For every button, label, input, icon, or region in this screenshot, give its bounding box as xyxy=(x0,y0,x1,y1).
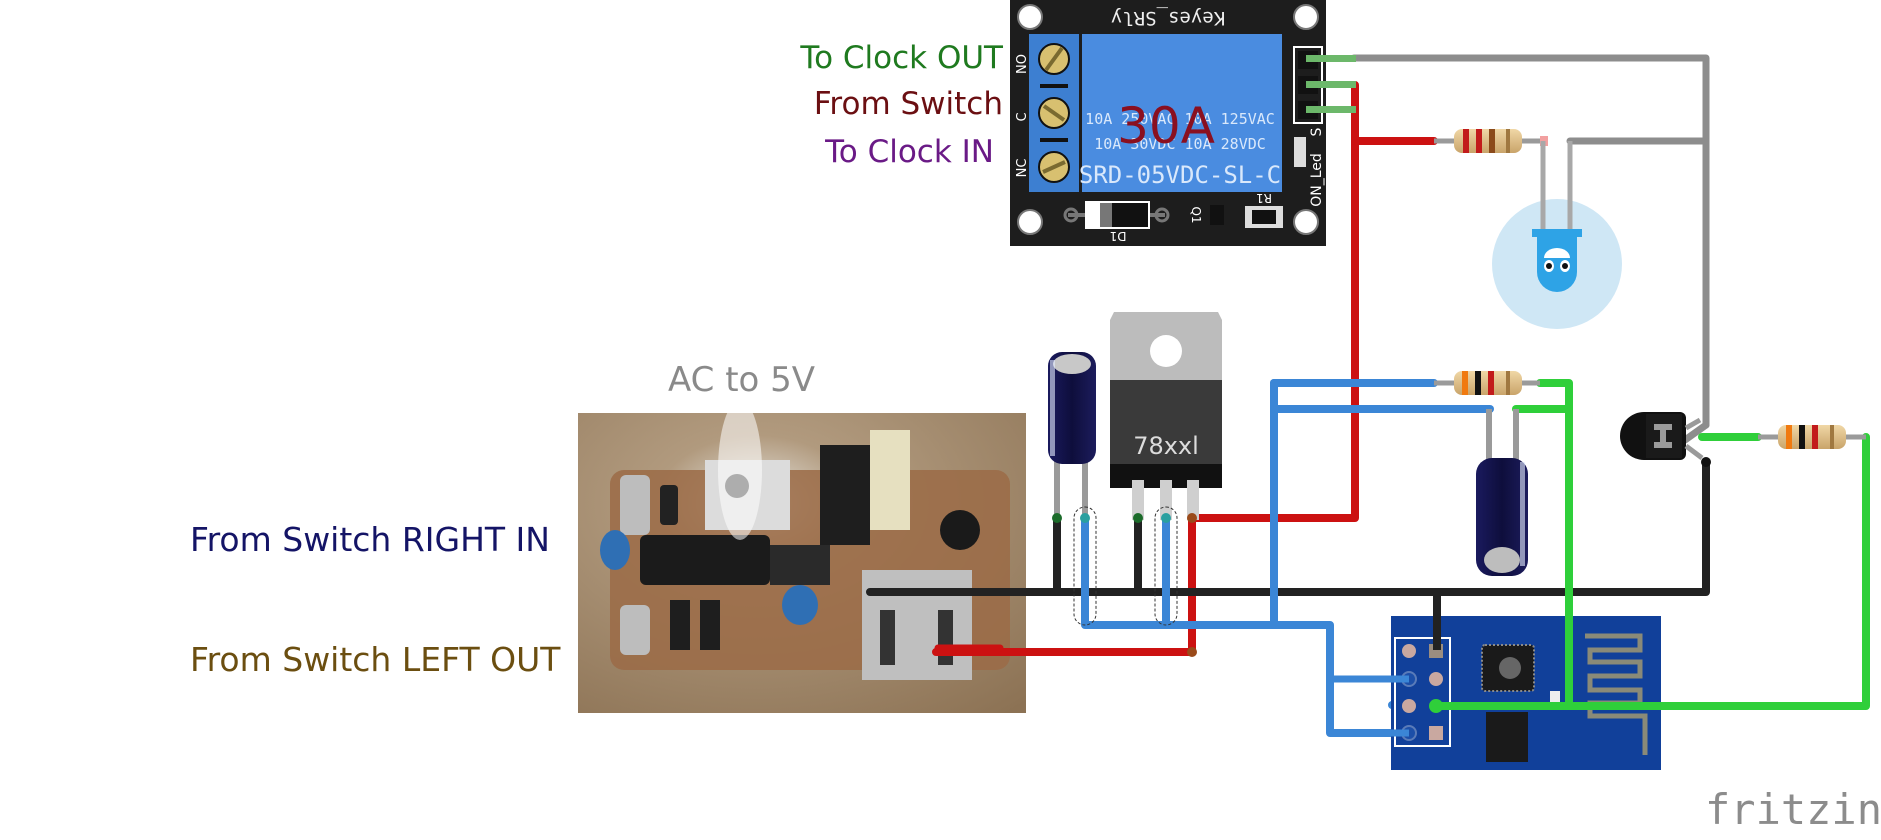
relay-pin-s-label: S xyxy=(1309,127,1325,136)
label-from-switch-right-in: From Switch RIGHT IN xyxy=(190,520,550,559)
esp01-wifi-module[interactable] xyxy=(1391,616,1661,770)
resistor-led[interactable] xyxy=(1434,129,1548,153)
fritzing-watermark: fritzing xyxy=(1705,785,1881,834)
resistor-base[interactable] xyxy=(1758,425,1866,449)
regulator-label: 78xxl xyxy=(1133,432,1199,460)
label-from-switch: From Switch xyxy=(813,86,1003,122)
relay-d1-label: D1 xyxy=(1110,229,1127,243)
led-blue[interactable] xyxy=(1492,141,1622,329)
capacitor-2[interactable] xyxy=(1476,409,1528,576)
label-to-clock-out: To Clock OUT xyxy=(800,40,1003,76)
circuit-diagram: Keyes_SRly 10A 250VAC 10A 125VAC 10A 30V… xyxy=(578,0,1870,770)
relay-terminal-c: C xyxy=(1015,112,1030,121)
label-from-switch-left-out: From Switch LEFT OUT xyxy=(190,640,561,679)
relay-rating-overlay: 30A xyxy=(1117,97,1215,155)
resistor-esp[interactable] xyxy=(1434,371,1540,395)
relay-model-label: SRD-05VDC-SL-C xyxy=(1079,161,1281,189)
voltage-regulator-78xx[interactable] xyxy=(1110,312,1222,520)
label-ac-to-5v: AC to 5V xyxy=(668,360,816,400)
relay-r1-label: R1 xyxy=(1256,191,1272,205)
relay-led-label: ON_Led xyxy=(1309,153,1325,207)
relay-q1-label: Q1 xyxy=(1189,206,1203,223)
capacitor-1[interactable] xyxy=(1048,352,1096,520)
transistor-npn[interactable] xyxy=(1620,412,1711,467)
relay-brand-label: Keyes_SRly xyxy=(1111,7,1225,29)
label-to-clock-in: To Clock IN xyxy=(825,134,994,170)
terminal-screws xyxy=(1038,43,1070,183)
ac-to-5v-module-photo xyxy=(578,400,1026,713)
relay-terminal-nc: NC xyxy=(1015,159,1030,178)
connector-dots xyxy=(1052,506,1197,657)
wire-blue-main xyxy=(1081,514,1399,737)
relay-terminal-no: NO xyxy=(1015,54,1030,74)
